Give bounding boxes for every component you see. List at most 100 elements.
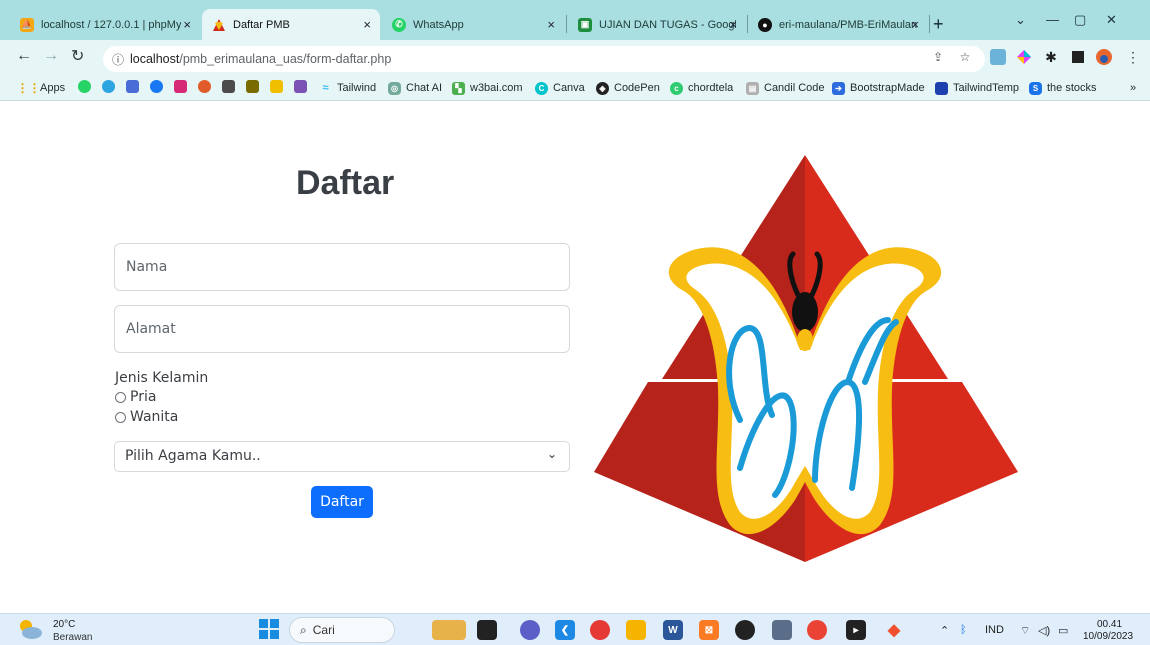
share-icon[interactable]: ⇪ xyxy=(930,49,946,65)
bookmark-tailwindtemp[interactable]: TailwindTemp xyxy=(935,80,1019,96)
bookmark-chordtela[interactable]: c chordtela xyxy=(670,80,733,96)
windows-start-icon[interactable] xyxy=(259,619,279,639)
forward-arrow-icon[interactable]: → xyxy=(43,47,59,65)
religion-select[interactable]: Pilih Agama Kamu.. ⌄ xyxy=(114,441,570,472)
reload-icon[interactable]: ↻ xyxy=(71,46,84,66)
figma-bookmark-icon[interactable] xyxy=(198,80,211,93)
bluetooth-icon[interactable]: ᛒ xyxy=(960,624,967,636)
volume-icon[interactable]: ◁) xyxy=(1038,624,1050,637)
teams-chat-icon[interactable] xyxy=(520,620,540,640)
task-view-icon[interactable] xyxy=(477,620,497,640)
clock-time[interactable]: 00.41 xyxy=(1097,619,1122,630)
bookmark-label: Candil Code xyxy=(764,82,825,94)
radio-button[interactable] xyxy=(115,391,126,403)
bookmark-bootstrapmade[interactable]: ➔ BootstrapMade xyxy=(832,80,925,96)
page-title: Daftar xyxy=(296,164,395,202)
bookmark-w3bai[interactable]: ▚ w3bai.com xyxy=(452,80,523,96)
search-icon: ⌕ xyxy=(300,622,307,637)
canva-icon: C xyxy=(535,81,548,95)
clock-date[interactable]: 10/09/2023 xyxy=(1083,631,1133,642)
github-icon: ● xyxy=(758,17,772,32)
tab-whatsapp[interactable]: ✆ WhatsApp × xyxy=(382,9,564,40)
close-icon[interactable]: × xyxy=(729,17,737,32)
side-panel-icon[interactable] xyxy=(1070,49,1086,65)
window-close-button[interactable]: ✕ xyxy=(1106,12,1117,28)
facebook-bookmark-icon[interactable] xyxy=(150,80,163,93)
tab-separator xyxy=(566,15,567,33)
tab-separator xyxy=(929,15,930,33)
tab-daftar-pmb[interactable]: Daftar PMB × xyxy=(202,9,380,40)
tray-overflow-icon[interactable]: ⌃ xyxy=(940,624,949,637)
radio-label: Wanita xyxy=(130,409,179,425)
google-classroom-icon: ▣ xyxy=(578,17,592,32)
tab-search-icon[interactable]: ⌄ xyxy=(1015,12,1026,28)
battery-icon[interactable]: ▭ xyxy=(1058,624,1068,637)
close-icon[interactable]: × xyxy=(363,17,371,32)
tailwindtemp-icon xyxy=(935,81,948,95)
close-icon[interactable]: × xyxy=(911,17,919,32)
url-text[interactable]: localhost/pmb_erimaulana_uas/form-daftar… xyxy=(130,52,391,66)
bookmarks-overflow-button[interactable]: » xyxy=(1130,80,1136,96)
chrome-profile-icon[interactable] xyxy=(807,620,827,640)
submit-button[interactable]: Daftar xyxy=(311,486,373,518)
terminal-icon[interactable]: ▸ xyxy=(846,620,866,640)
weather-condition: Berawan xyxy=(53,632,93,643)
back-arrow-icon[interactable]: ← xyxy=(16,47,32,65)
colorful-extension-icon[interactable] xyxy=(1016,49,1032,65)
close-icon[interactable]: × xyxy=(547,17,555,32)
instagram-bookmark-icon[interactable] xyxy=(174,80,187,93)
bookmark-codepen[interactable]: ◈ CodePen xyxy=(596,80,660,96)
bookmark-the-stocks[interactable]: S the stocks xyxy=(1029,80,1097,96)
profile-avatar[interactable] xyxy=(1096,49,1112,65)
gender-option-wanita[interactable]: Wanita xyxy=(115,409,178,425)
gold-bookmark-icon[interactable] xyxy=(270,80,283,93)
word-icon[interactable]: W xyxy=(663,620,683,640)
whatsapp-bookmark-icon[interactable] xyxy=(78,80,91,93)
obs-icon[interactable] xyxy=(735,620,755,640)
tab-github[interactable]: ● eri-maulana/PMB-EriMaulan × xyxy=(748,9,928,40)
bookmark-chat-ai[interactable]: ◎ Chat AI xyxy=(388,80,442,96)
minimize-button[interactable]: — xyxy=(1046,12,1059,27)
vscode-icon[interactable]: ❮ xyxy=(555,620,575,640)
tab-phpmyadmin[interactable]: ⛵ localhost / 127.0.0.1 | phpMy × xyxy=(10,9,200,40)
bootstrap-bookmark-icon[interactable] xyxy=(294,80,307,93)
telegram-bookmark-icon[interactable] xyxy=(102,80,115,93)
name-input[interactable] xyxy=(114,243,570,291)
maximize-button[interactable]: ▢ xyxy=(1074,12,1086,28)
folder-icon[interactable] xyxy=(626,620,646,640)
address-input[interactable] xyxy=(114,305,570,353)
new-tab-button[interactable]: + xyxy=(933,14,944,35)
tab-google-classroom[interactable]: ▣ UJIAN DAN TUGAS - Google × xyxy=(568,9,746,40)
xampp-icon[interactable]: ⊠ xyxy=(699,620,719,640)
git-icon[interactable]: ◆ xyxy=(884,620,904,640)
religion-select-value: Pilih Agama Kamu.. xyxy=(125,448,261,464)
bookmark-label: Chat AI xyxy=(406,82,443,94)
menu-kebab-icon[interactable]: ⋮ xyxy=(1125,49,1141,65)
mt-bookmark-icon[interactable] xyxy=(246,80,259,93)
media-bookmark-icon[interactable] xyxy=(222,80,235,93)
weather-temperature: 20°C xyxy=(53,619,76,630)
bookmark-candil-code[interactable]: ▤ Candil Code xyxy=(746,80,825,96)
site-info-icon[interactable]: ⓘ xyxy=(112,51,124,68)
radio-button[interactable] xyxy=(115,411,126,423)
puzzle-extensions-icon[interactable]: ✱ xyxy=(1043,49,1059,65)
extension-icon[interactable] xyxy=(990,49,1006,65)
taskbar-search-box[interactable]: ⌕ Cari xyxy=(289,617,395,643)
bookmark-apps[interactable]: ⋮⋮ Apps xyxy=(17,80,66,96)
gender-option-pria[interactable]: Pria xyxy=(115,389,156,405)
close-icon[interactable]: × xyxy=(183,17,191,32)
bookmark-tailwind[interactable]: ≈ Tailwind xyxy=(319,80,376,96)
translate-bookmark-icon[interactable] xyxy=(126,80,139,93)
bookmark-label: Tailwind xyxy=(337,82,377,94)
bookmark-canva[interactable]: C Canva xyxy=(535,80,585,96)
chrome-icon[interactable] xyxy=(590,620,610,640)
codepen-icon: ◈ xyxy=(596,81,609,95)
bookmark-label: Canva xyxy=(553,82,585,94)
taskbar-search-placeholder: Cari xyxy=(312,623,335,637)
language-indicator[interactable]: IND xyxy=(985,624,1004,636)
file-explorer-taskbar-icon[interactable] xyxy=(432,620,466,640)
bookmark-star-icon[interactable]: ☆ xyxy=(957,49,973,65)
wifi-icon[interactable]: ⌔ xyxy=(1020,624,1030,638)
weather-cloud-icon[interactable] xyxy=(17,617,43,641)
virtualbox-icon[interactable] xyxy=(772,620,792,640)
